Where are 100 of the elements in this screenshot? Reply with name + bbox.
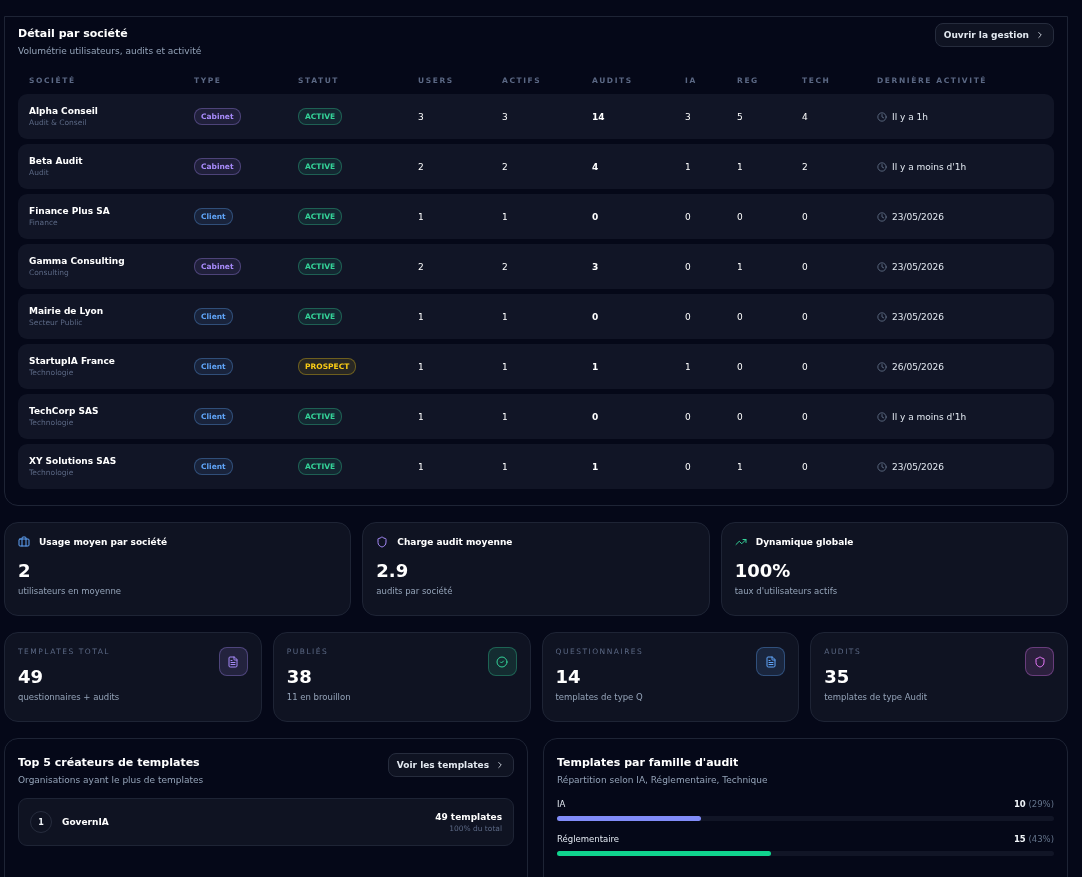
last-activity: 23/05/2026 <box>892 461 944 472</box>
company-name: XY Solutions SAS <box>29 456 118 466</box>
template-count: 49 templates <box>435 811 502 822</box>
table-cell: 2 <box>502 161 508 172</box>
table-cell: 0 <box>685 461 691 472</box>
stat-caption: audits par société <box>376 586 454 596</box>
family-count: 15 (43%) <box>1013 834 1054 844</box>
document-icon <box>756 647 786 676</box>
table-cell: 0 <box>802 461 808 472</box>
last-activity: 23/05/2026 <box>892 261 944 272</box>
card-subtitle: Volumétrie utilisateurs, audits et activité <box>18 46 202 56</box>
stat-value: 35 <box>824 666 851 687</box>
table-cell: 0 <box>685 311 691 322</box>
last-activity: 23/05/2026 <box>892 311 944 322</box>
table-cell: 1 <box>737 261 743 272</box>
table-cell: 1 <box>502 211 508 222</box>
table-cell: 0 <box>737 361 743 372</box>
table-cell: 0 <box>802 211 808 222</box>
table-cell: 1 <box>418 461 424 472</box>
table-cell: 1 <box>685 361 691 372</box>
chevron-icon <box>1035 30 1045 40</box>
table-cell: 3 <box>418 111 424 122</box>
stat-caption: 11 en brouillon <box>286 692 351 702</box>
card-subtitle: Organisations ayant le plus de templates <box>18 775 204 785</box>
card-title: Templates par famille d'audit <box>557 756 740 769</box>
table-cell: 0 <box>592 411 599 422</box>
stat-caption: taux d'utilisateurs actifs <box>734 586 839 596</box>
stat-value: 2.9 <box>376 560 410 581</box>
company-name: Mairie de Lyon <box>29 306 105 316</box>
stat-value: 14 <box>555 666 582 687</box>
family-count: 10 (29%) <box>1013 799 1054 809</box>
view-templates-button[interactable]: Voir les templates <box>387 753 514 777</box>
table-cell: 0 <box>802 411 808 422</box>
table-cell: 0 <box>592 211 599 222</box>
stat-value: 2 <box>18 560 32 581</box>
table-cell: 4 <box>802 111 808 122</box>
stat-title: Usage moyen par société <box>39 537 168 547</box>
family-name: IA <box>557 799 566 809</box>
clock-icon <box>877 111 887 122</box>
clock-icon <box>877 161 887 172</box>
last-activity: 23/05/2026 <box>892 211 944 222</box>
table-cell: 1 <box>737 461 743 472</box>
stat-value: 100% <box>734 560 792 581</box>
company-name: Finance Plus SA <box>29 206 111 216</box>
table-cell: 0 <box>802 311 808 322</box>
stat-title: Charge audit moyenne <box>397 537 513 547</box>
table-cell: 1 <box>418 361 424 372</box>
table-cell: 1 <box>502 361 508 372</box>
card-title: Détail par société <box>18 27 129 40</box>
clock-icon <box>877 311 887 322</box>
table-cell: 0 <box>737 211 743 222</box>
family-name: Réglementaire <box>557 834 620 844</box>
stat-caption: templates de type Q <box>555 692 644 702</box>
table-cell: 0 <box>685 211 691 222</box>
company-name: Beta Audit <box>29 156 84 166</box>
table-cell: 1 <box>418 211 424 222</box>
last-activity: Il y a moins d'1h <box>892 161 967 172</box>
table-cell: 2 <box>502 261 508 272</box>
company-name: Gamma Consulting <box>29 256 126 266</box>
company-name: Alpha Conseil <box>29 106 99 116</box>
table-cell: 3 <box>685 111 691 122</box>
table-cell: 1 <box>737 161 743 172</box>
table-cell: 3 <box>592 261 599 272</box>
open-management-button[interactable]: Ouvrir la gestion <box>934 23 1054 47</box>
table-cell: 5 <box>737 111 743 122</box>
trend-up-icon <box>734 536 747 548</box>
table-cell: 0 <box>592 311 599 322</box>
table-cell: 2 <box>418 261 424 272</box>
table-cell: 0 <box>802 261 808 272</box>
shield-icon <box>1025 647 1054 676</box>
stat-value: 38 <box>286 666 313 687</box>
company-name: StartupIA France <box>29 356 116 366</box>
table-cell: 1 <box>418 411 424 422</box>
clock-icon <box>877 261 887 272</box>
card-title: Top 5 créateurs de templates <box>18 756 201 769</box>
table-cell: 1 <box>502 461 508 472</box>
table-cell: 3 <box>502 111 508 122</box>
last-activity: Il y a moins d'1h <box>892 411 967 422</box>
table-cell: 1 <box>592 461 599 472</box>
clock-icon <box>877 361 887 372</box>
table-cell: 1 <box>502 311 508 322</box>
table-cell: 4 <box>592 161 599 172</box>
table-cell: 1 <box>418 311 424 322</box>
table-cell: 0 <box>685 261 691 272</box>
briefcase-icon <box>18 536 30 548</box>
table-cell: 1 <box>502 411 508 422</box>
table-cell: 0 <box>685 411 691 422</box>
shield-icon <box>376 536 389 548</box>
table-cell: 14 <box>592 111 605 122</box>
stat-caption: templates de type Audit <box>824 692 928 702</box>
last-activity: Il y a 1h <box>892 111 928 122</box>
stat-caption: questionnaires + audits <box>18 692 120 702</box>
chevron-icon <box>495 760 505 770</box>
table-cell: 2 <box>418 161 424 172</box>
clock-icon <box>877 461 887 472</box>
table-cell: 2 <box>802 161 808 172</box>
table-cell: 0 <box>737 311 743 322</box>
clock-icon <box>877 211 887 222</box>
stat-value: 49 <box>18 666 45 687</box>
company-name: TechCorp SAS <box>29 406 100 416</box>
